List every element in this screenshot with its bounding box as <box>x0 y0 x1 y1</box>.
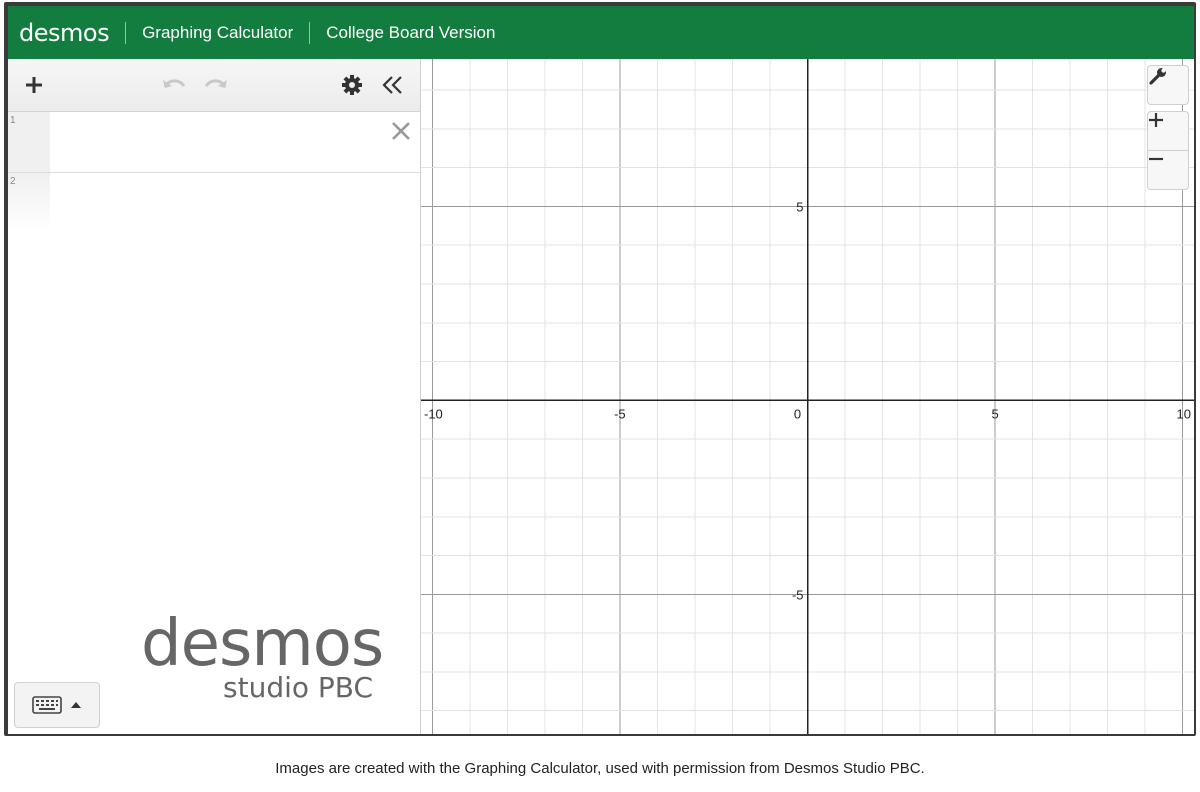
app-title: Graphing Calculator <box>142 22 294 42</box>
wrench-icon <box>1149 68 1166 85</box>
expression-panel: 1 2 desmos studio PBC <box>8 59 421 734</box>
x-tick-label: 5 <box>992 406 999 421</box>
close-icon <box>392 122 410 140</box>
row-number: 1 <box>10 115 16 126</box>
double-chevron-left-icon <box>382 76 402 94</box>
undo-button[interactable] <box>160 71 188 99</box>
desmos-logo: desmos <box>19 18 110 47</box>
zoom-in-button[interactable] <box>1147 111 1189 151</box>
minus-icon <box>1149 157 1163 161</box>
header-separator <box>309 21 311 44</box>
settings-button[interactable] <box>338 71 366 99</box>
x-tick-label: 10 <box>1177 406 1191 421</box>
header-separator <box>125 21 127 44</box>
plus-icon <box>1149 113 1163 127</box>
y-tick-label: 5 <box>796 199 803 214</box>
redo-button[interactable] <box>202 71 230 99</box>
watermark-subtitle: studio PBC <box>223 671 374 704</box>
plus-icon <box>26 77 42 93</box>
delete-expression-button[interactable] <box>388 118 414 144</box>
y-tick-label: -5 <box>792 587 804 602</box>
row-gutter: 2 <box>8 173 50 233</box>
triangle-up-icon <box>71 702 81 708</box>
add-item-button[interactable] <box>20 71 48 99</box>
row-number: 2 <box>10 176 16 187</box>
x-tick-label: -5 <box>614 406 626 421</box>
expression-input[interactable] <box>50 112 420 172</box>
header-bar: desmos Graphing Calculator College Board… <box>8 6 1194 59</box>
gear-icon <box>342 75 362 95</box>
collapse-panel-button[interactable] <box>379 71 407 99</box>
expression-row[interactable]: 2 <box>8 173 420 233</box>
expression-row[interactable]: 1 <box>8 112 420 173</box>
version-label: College Board Version <box>326 22 496 42</box>
row-gutter: 1 <box>8 112 50 172</box>
x-tick-label: 0 <box>794 406 801 421</box>
undo-icon <box>163 79 186 88</box>
image-caption: Images are created with the Graphing Cal… <box>275 760 925 777</box>
redo-icon <box>204 79 227 88</box>
expression-input[interactable] <box>50 173 420 233</box>
graph-settings-button[interactable] <box>1147 65 1189 105</box>
keyboard-toggle-button[interactable] <box>14 682 100 728</box>
x-tick-label: -10 <box>424 406 443 421</box>
expression-toolbar <box>8 59 420 112</box>
keyboard-icon <box>32 696 62 714</box>
watermark-logo: desmos <box>141 607 384 681</box>
zoom-out-button[interactable] <box>1147 150 1189 190</box>
graph-paper[interactable]: -10 -5 0 5 10 5 -5 <box>421 59 1194 734</box>
graph-canvas[interactable]: -10 -5 0 5 10 5 -5 <box>421 59 1194 734</box>
